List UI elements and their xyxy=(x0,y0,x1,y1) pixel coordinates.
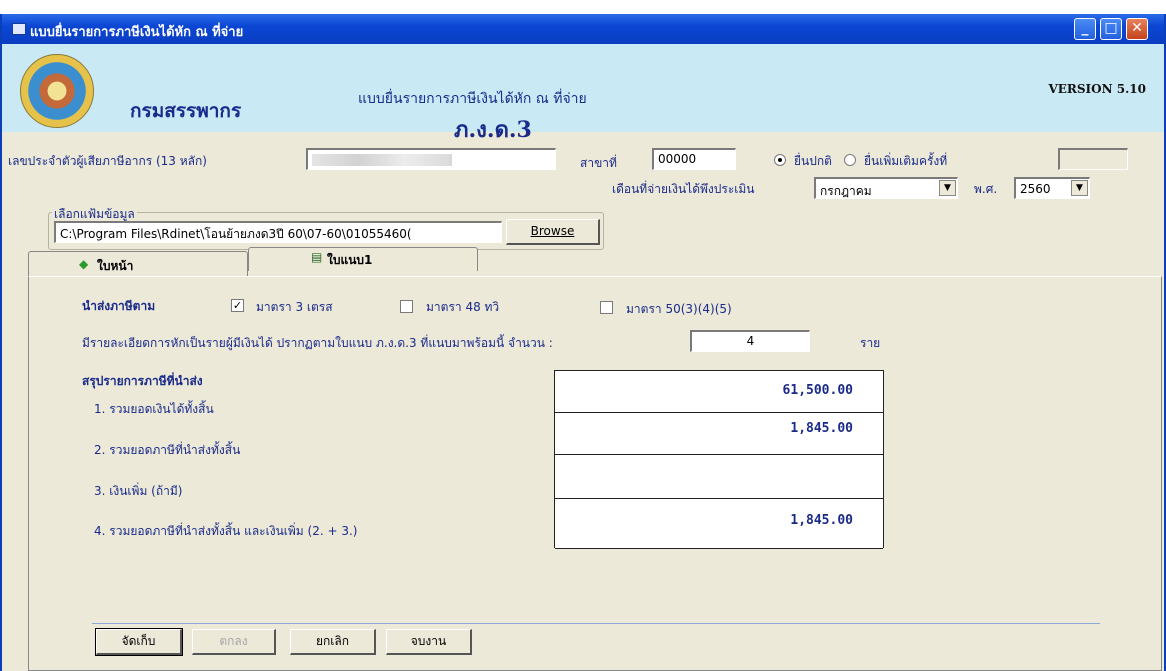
form-title: แบบยื่นรายการภาษีเงินได้หัก ณ ที่จ่าย xyxy=(358,91,587,107)
detail-text: มีรายละเอียดการหักเป็นรายผู้มีเงินได้ ปร… xyxy=(82,336,553,350)
book-icon: ◆ xyxy=(79,257,89,271)
redacted-id xyxy=(312,154,452,166)
section-50-label: มาตรา 50(3)(4)(5) xyxy=(626,302,732,316)
maximize-button[interactable]: □ xyxy=(1100,18,1122,40)
form-header: กรมสรรพากร แบบยื่นรายการภาษีเงินได้หัก ณ… xyxy=(2,44,1164,143)
filing-extra-count-input[interactable] xyxy=(1058,148,1128,170)
summary-row-label: 1. รวมยอดเงินได้ทั้งสิ้น xyxy=(94,402,214,416)
document-icon: ▤ xyxy=(311,250,323,264)
tab-attachment-1[interactable]: ▤ ใบแนบ1 xyxy=(248,247,478,271)
summary-row-label: 2. รวมยอดภาษีที่นำส่งทั้งสิ้น xyxy=(94,443,241,457)
month-select[interactable]: กรกฎาคม ▼ xyxy=(814,177,958,199)
app-icon xyxy=(12,23,26,35)
close-button[interactable]: ✕ xyxy=(1126,18,1148,40)
summary-amount-box: 61,500.00 1,845.00 1,845.00 xyxy=(554,370,884,549)
title-bar[interactable]: แบบยื่นรายการภาษีเงินได้หัก ณ ที่จ่าย _ … xyxy=(2,14,1164,44)
grand-total-value: 1,845.00 xyxy=(790,513,853,528)
submit-under-label: นำส่งภาษีตาม xyxy=(82,299,156,313)
summary-title: สรุปรายการภาษีที่นำส่ง xyxy=(82,374,203,388)
total-tax-amount: 1,845.00 xyxy=(555,413,883,455)
department-name: กรมสรรพากร xyxy=(130,100,242,122)
tab-front-page-label: ใบหน้า xyxy=(97,259,134,273)
total-tax-value: 1,845.00 xyxy=(790,421,853,436)
taxpayer-id-label: เลขประจำตัวผู้เสียภาษีอากร (13 หลัก) xyxy=(8,154,207,168)
summary-row-label: 4. รวมยอดภาษีที่นำส่งทั้งสิ้น และเงินเพิ… xyxy=(94,524,358,538)
revenue-department-seal-icon xyxy=(20,54,94,128)
surcharge-amount xyxy=(555,455,883,499)
section-3-tres-label: มาตรา 3 เตรส xyxy=(256,300,333,314)
branch-label: สาขาที่ xyxy=(580,156,617,170)
form-code: ภ.ง.ด.3 xyxy=(454,117,532,143)
attachment-count-unit: ราย xyxy=(860,336,881,350)
taxpayer-id-input[interactable] xyxy=(306,148,556,170)
year-select[interactable]: 2560 ▼ xyxy=(1014,177,1090,199)
tab-attachment-1-label: ใบแนบ1 xyxy=(327,253,373,267)
branch-input[interactable]: 00000 xyxy=(652,148,736,170)
filing-extra-radio[interactable] xyxy=(844,154,856,166)
chevron-down-icon[interactable]: ▼ xyxy=(939,180,956,196)
ok-button[interactable]: ตกลง xyxy=(192,629,276,655)
chevron-down-icon[interactable]: ▼ xyxy=(1071,180,1088,196)
cancel-button[interactable]: ยกเลิก xyxy=(290,629,376,655)
finish-button[interactable]: จบงาน xyxy=(386,629,472,655)
version-label: VERSION 5.10 xyxy=(1048,82,1146,96)
total-income-amount: 61,500.00 xyxy=(555,371,883,413)
browse-button[interactable]: Browse xyxy=(506,219,600,245)
filing-normal-label: ยื่นปกติ xyxy=(794,154,832,168)
year-label: พ.ศ. xyxy=(974,182,998,196)
grand-total-amount: 1,845.00 xyxy=(555,499,883,549)
window-title: แบบยื่นรายการภาษีเงินได้หัก ณ ที่จ่าย xyxy=(30,25,244,40)
section-48-tawi-label: มาตรา 48 ทวิ xyxy=(426,300,500,314)
minimize-button[interactable]: _ xyxy=(1074,18,1096,40)
summary-row-label: 3. เงินเพิ่ม (ถ้ามี) xyxy=(94,484,183,498)
section-3-tres-checkbox[interactable]: ✓ xyxy=(231,299,244,312)
month-label: เดือนที่จ่ายเงินได้พึงประเมิน xyxy=(612,182,755,196)
tab-front-page[interactable]: ◆ ใบหน้า xyxy=(28,251,248,277)
section-50-checkbox[interactable] xyxy=(600,301,613,314)
filing-normal-radio[interactable] xyxy=(774,154,786,166)
file-path-input[interactable]: C:\Program Files\Rdinet\โอนย้ายภงด3ปี 60… xyxy=(54,221,502,243)
year-value: 2560 xyxy=(1020,182,1051,196)
filing-extra-label: ยื่นเพิ่มเติมครั้งที่ xyxy=(864,154,948,168)
save-button[interactable]: จัดเก็บ xyxy=(95,628,183,656)
footer-divider xyxy=(92,623,1100,624)
total-income-value: 61,500.00 xyxy=(782,383,853,398)
month-value: กรกฎาคม xyxy=(820,184,872,198)
attachment-count-input[interactable]: 4 xyxy=(690,330,810,352)
section-48-tawi-checkbox[interactable] xyxy=(400,300,413,313)
main-window: แบบยื่นรายการภาษีเงินได้หัก ณ ที่จ่าย _ … xyxy=(0,14,1166,671)
